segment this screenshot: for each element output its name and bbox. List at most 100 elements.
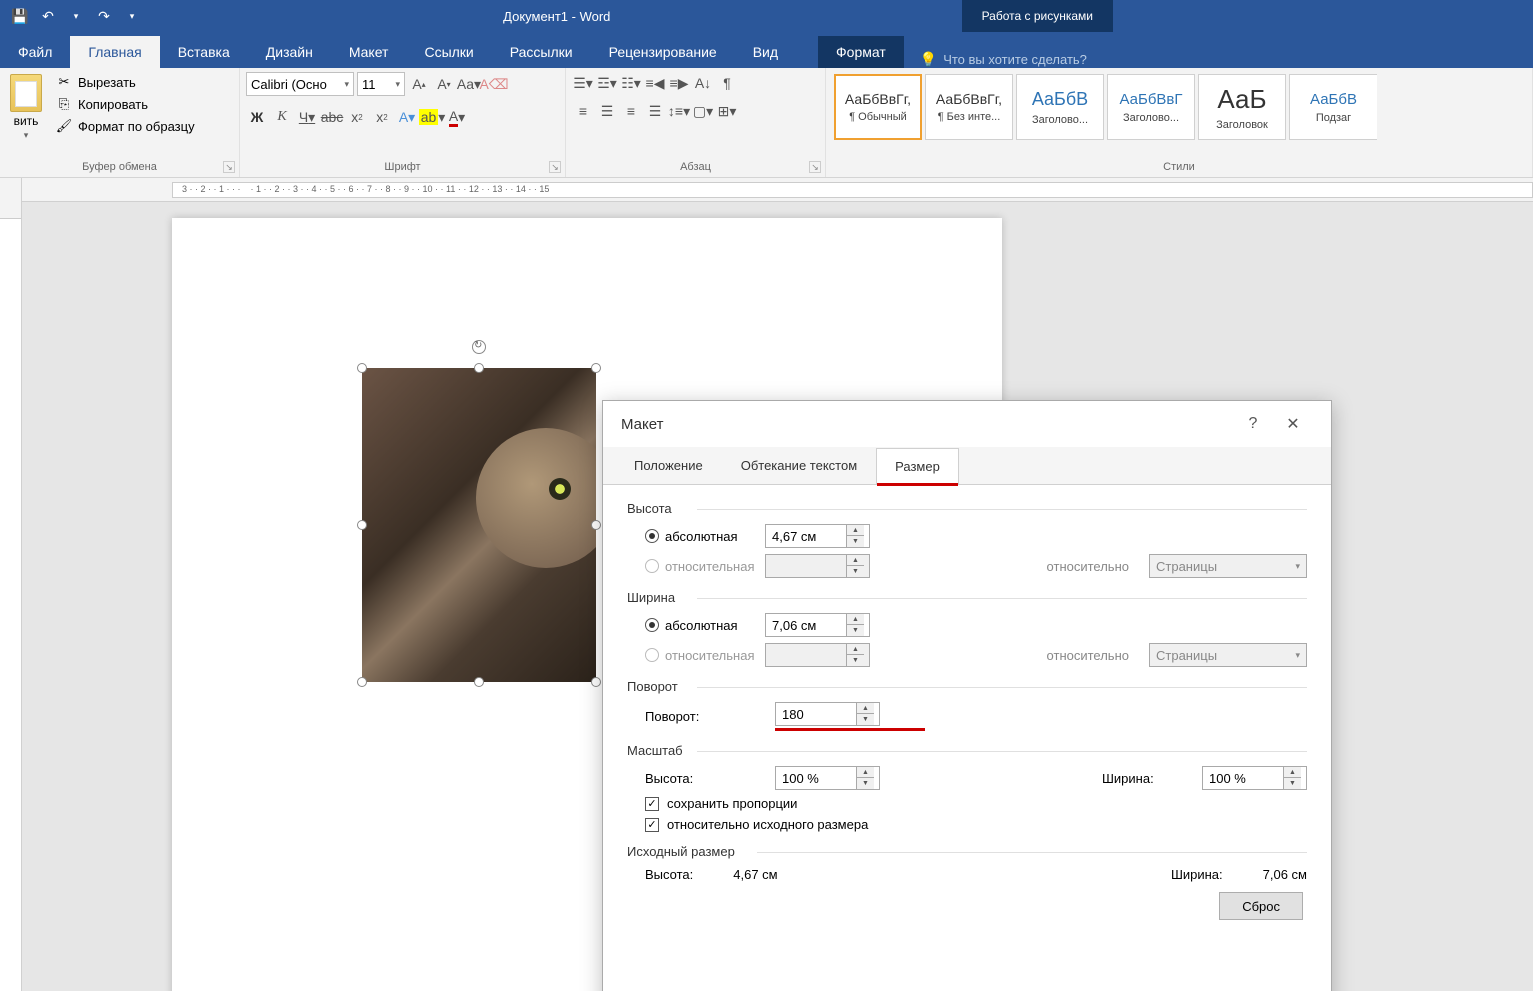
- cut-button[interactable]: ✂Вырезать: [50, 72, 201, 92]
- paste-button[interactable]: вить ▾: [6, 72, 46, 143]
- width-abs-input[interactable]: [766, 618, 846, 633]
- resize-handle[interactable]: [474, 363, 484, 373]
- copy-button[interactable]: ⎘Копировать: [50, 94, 201, 114]
- numbering-icon[interactable]: ☲▾: [596, 72, 618, 94]
- superscript-button[interactable]: x2: [371, 106, 393, 128]
- highlight-icon[interactable]: ab▾: [421, 106, 443, 128]
- font-name-combo[interactable]: Calibri (Осно▾: [246, 72, 354, 96]
- width-rel-radio[interactable]: [645, 648, 659, 662]
- undo-drop-icon[interactable]: ▾: [64, 4, 88, 28]
- rotate-handle[interactable]: [472, 340, 486, 354]
- style-normal[interactable]: АаБбВвГг,¶ Обычный: [834, 74, 922, 140]
- tab-wrap[interactable]: Обтекание текстом: [722, 447, 876, 484]
- width-abs-spinner[interactable]: ▲▼: [765, 613, 870, 637]
- paste-drop-icon[interactable]: ▾: [24, 130, 29, 141]
- spin-up-icon[interactable]: ▲: [847, 614, 864, 625]
- style-heading1[interactable]: АаБбВЗаголово...: [1016, 74, 1104, 140]
- shrink-font-icon[interactable]: A▾: [433, 73, 455, 95]
- tab-insert[interactable]: Вставка: [160, 36, 248, 68]
- style-no-spacing[interactable]: АаБбВвГг,¶ Без инте...: [925, 74, 1013, 140]
- shading-icon[interactable]: ▢▾: [692, 100, 714, 122]
- tab-home[interactable]: Главная: [70, 36, 159, 68]
- spin-down-icon[interactable]: ▼: [847, 536, 864, 547]
- selected-image[interactable]: [362, 368, 596, 682]
- vertical-ruler[interactable]: [0, 178, 22, 991]
- italic-button[interactable]: К: [271, 106, 293, 128]
- align-right-icon[interactable]: ≡: [620, 100, 642, 122]
- scale-h-input[interactable]: [776, 771, 856, 786]
- resize-handle[interactable]: [357, 520, 367, 530]
- align-left-icon[interactable]: ≡: [572, 100, 594, 122]
- multilevel-icon[interactable]: ☷▾: [620, 72, 642, 94]
- subscript-button[interactable]: x2: [346, 106, 368, 128]
- sort-icon[interactable]: A↓: [692, 72, 714, 94]
- resize-handle[interactable]: [357, 363, 367, 373]
- rotation-spinner[interactable]: ▲▼: [775, 702, 880, 726]
- clipboard-launcher-icon[interactable]: ↘: [223, 161, 235, 173]
- font-color-icon[interactable]: A▾: [446, 106, 468, 128]
- qat-customize-icon[interactable]: ▾: [120, 4, 144, 28]
- spin-up-icon[interactable]: ▲: [857, 703, 874, 714]
- tab-file[interactable]: Файл: [0, 36, 70, 68]
- text-effects-icon[interactable]: A▾: [396, 106, 418, 128]
- save-icon[interactable]: 💾: [8, 4, 32, 28]
- change-case-icon[interactable]: Aa▾: [458, 73, 480, 95]
- borders-icon[interactable]: ⊞▾: [716, 100, 738, 122]
- increase-indent-icon[interactable]: ≡▶: [668, 72, 690, 94]
- spin-up-icon[interactable]: ▲: [847, 525, 864, 536]
- justify-icon[interactable]: ☰: [644, 100, 666, 122]
- resize-handle[interactable]: [357, 677, 367, 687]
- clear-format-icon[interactable]: A⌫: [483, 73, 505, 95]
- spin-down-icon[interactable]: ▼: [857, 778, 874, 789]
- tab-size[interactable]: Размер: [876, 448, 959, 485]
- resize-handle[interactable]: [591, 677, 601, 687]
- help-icon[interactable]: ?: [1233, 404, 1273, 444]
- dialog-titlebar[interactable]: Макет ? ✕: [603, 401, 1331, 447]
- font-size-combo[interactable]: 11▾: [357, 72, 405, 96]
- height-abs-radio[interactable]: [645, 529, 659, 543]
- bullets-icon[interactable]: ☰▾: [572, 72, 594, 94]
- line-spacing-icon[interactable]: ↕≡▾: [668, 100, 690, 122]
- tab-mailings[interactable]: Рассылки: [492, 36, 591, 68]
- resize-handle[interactable]: [591, 520, 601, 530]
- resize-handle[interactable]: [591, 363, 601, 373]
- spin-down-icon[interactable]: ▼: [847, 625, 864, 636]
- rotation-input[interactable]: [776, 707, 856, 722]
- underline-button[interactable]: Ч▾: [296, 106, 318, 128]
- tab-layout[interactable]: Макет: [331, 36, 407, 68]
- tell-me-search[interactable]: 💡 Что вы хотите сделать?: [904, 51, 1103, 68]
- style-title[interactable]: АаБЗаголовок: [1198, 74, 1286, 140]
- relative-original-checkbox[interactable]: ✓: [645, 818, 659, 832]
- redo-icon[interactable]: ↷: [92, 4, 116, 28]
- format-painter-button[interactable]: 🖌Формат по образцу: [50, 116, 201, 136]
- tab-format[interactable]: Формат: [818, 36, 904, 68]
- scale-w-spinner[interactable]: ▲▼: [1202, 766, 1307, 790]
- grow-font-icon[interactable]: A▴: [408, 73, 430, 95]
- show-marks-icon[interactable]: ¶: [716, 72, 738, 94]
- tab-position[interactable]: Положение: [615, 447, 722, 484]
- reset-button[interactable]: Сброс: [1219, 892, 1303, 920]
- decrease-indent-icon[interactable]: ≡◀: [644, 72, 666, 94]
- style-subtitle[interactable]: АаБбВПодзаг: [1289, 74, 1377, 140]
- scale-h-spinner[interactable]: ▲▼: [775, 766, 880, 790]
- document-viewport[interactable]: 3 · · 2 · · 1 · · · · 1 · · 2 · · 3 · · …: [22, 178, 1533, 991]
- tab-references[interactable]: Ссылки: [406, 36, 491, 68]
- strike-button[interactable]: abc: [321, 106, 343, 128]
- tab-review[interactable]: Рецензирование: [591, 36, 735, 68]
- scale-w-input[interactable]: [1203, 771, 1283, 786]
- align-center-icon[interactable]: ☰: [596, 100, 618, 122]
- lock-aspect-checkbox[interactable]: ✓: [645, 797, 659, 811]
- tab-view[interactable]: Вид: [735, 36, 796, 68]
- tab-design[interactable]: Дизайн: [248, 36, 331, 68]
- height-abs-spinner[interactable]: ▲▼: [765, 524, 870, 548]
- spin-up-icon[interactable]: ▲: [857, 767, 874, 778]
- paragraph-launcher-icon[interactable]: ↘: [809, 161, 821, 173]
- height-abs-input[interactable]: [766, 529, 846, 544]
- horizontal-ruler[interactable]: 3 · · 2 · · 1 · · · · 1 · · 2 · · 3 · · …: [22, 178, 1533, 202]
- spin-down-icon[interactable]: ▼: [857, 714, 874, 725]
- spin-down-icon[interactable]: ▼: [1284, 778, 1301, 789]
- bold-button[interactable]: Ж: [246, 106, 268, 128]
- style-heading2[interactable]: АаБбВвГЗаголово...: [1107, 74, 1195, 140]
- font-launcher-icon[interactable]: ↘: [549, 161, 561, 173]
- close-icon[interactable]: ✕: [1273, 404, 1313, 444]
